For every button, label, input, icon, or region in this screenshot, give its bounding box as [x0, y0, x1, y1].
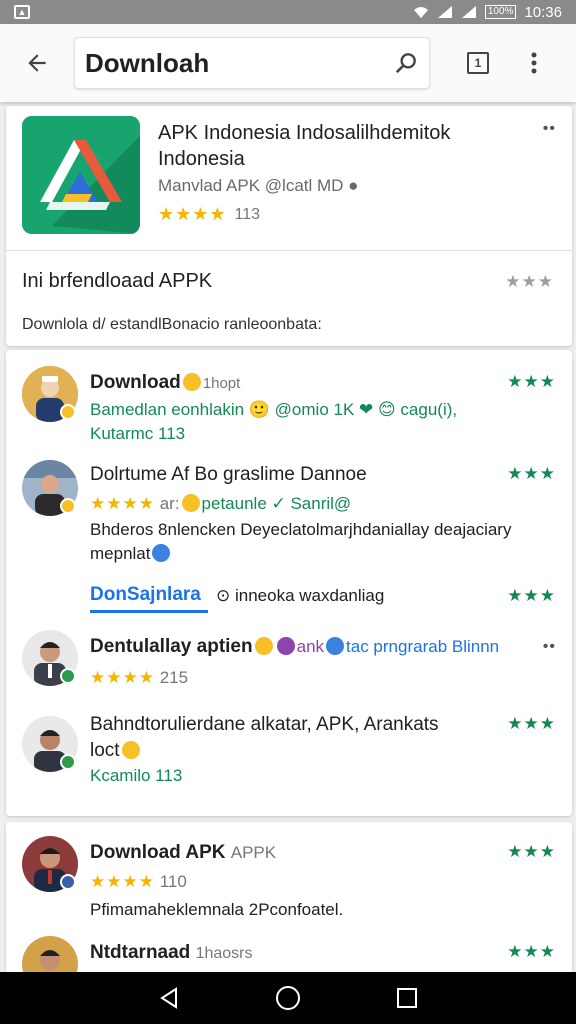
- review-stars-icon: ★★★: [507, 714, 556, 733]
- download-label[interactable]: Ini brfendloaad APPK: [22, 270, 212, 293]
- arrow-back-icon: [28, 54, 46, 72]
- share-icon: ⊙: [216, 586, 235, 605]
- notification-icon: ▲: [14, 5, 30, 19]
- review-item[interactable]: Dolrtume Af Bo graslime Dannoe ★★★ ★★★★ …: [6, 456, 572, 566]
- overflow-menu-button[interactable]: [506, 24, 562, 102]
- review-author: Ntdtarnaad 1haosrs: [90, 942, 253, 963]
- review-text: loct: [90, 740, 142, 762]
- tab-underline: [90, 610, 208, 613]
- review-text: Bamedlan eonhlakin 🙂 @omio 1K ❤ 😊 cagu(i…: [90, 400, 458, 419]
- back-button[interactable]: [0, 24, 74, 102]
- review-item[interactable]: Ntdtarnaad 1haosrs ★★★: [6, 936, 572, 992]
- star-rating-icon: ★★★★: [90, 668, 155, 687]
- review-item[interactable]: Download APK APPK ★★★ ★★★★ 110 Pfimamahe…: [6, 836, 572, 926]
- review-author: Download 1hopt: [90, 372, 241, 393]
- tab-secondary[interactable]: ⊙ inneoka waxdanliag: [216, 586, 384, 606]
- review-author: Dentulallay aptien ank tac prngrarab Blinn…: [90, 636, 500, 657]
- verified-emoji-icon: [152, 544, 171, 562]
- review-author: Dolrtume Af Bo graslime Dannoe: [90, 464, 367, 485]
- search-box[interactable]: [74, 37, 430, 89]
- nav-home-button[interactable]: [268, 978, 308, 1018]
- verified-badge-icon: [60, 874, 76, 890]
- review-rating-line: ★★★★ 215: [90, 668, 189, 687]
- review-meta: Kutarmc 113: [90, 424, 186, 443]
- star-rating-icon: ★★★★: [90, 872, 155, 891]
- review-stars-icon: ★★★: [507, 464, 556, 483]
- smile-emoji-icon: [181, 494, 200, 512]
- more-horiz-icon[interactable]: ••: [543, 638, 556, 656]
- review-text: Bhderos 8nlencken Deyeclatolmarjhdaniall…: [90, 520, 512, 539]
- rating-count: 113: [234, 205, 261, 223]
- smile-emoji-icon: [121, 741, 140, 759]
- system-nav-bar: [0, 972, 576, 1024]
- review-author: Bahndtorulierdane alkatar, APK, Arankats: [90, 714, 439, 735]
- app-logo-icon: [22, 116, 140, 234]
- review-stars-icon: ★★★: [507, 372, 556, 391]
- verified-badge-icon: [60, 754, 76, 770]
- review-stars-icon: ★★★: [507, 586, 556, 605]
- at-emoji-icon: [276, 637, 295, 655]
- review-meta: Kcamilo 113: [90, 766, 183, 785]
- review-item[interactable]: Download 1hopt ★★★ Bamedlan eonhlakin 🙂 @…: [6, 364, 572, 444]
- app-rating: ★★★★ 113: [158, 204, 260, 225]
- review-item[interactable]: Dentulallay aptien ank tac prngrarab Blinn…: [6, 628, 572, 708]
- clock: 10:36: [524, 3, 562, 21]
- review-rating-line: ★★★★ 110: [90, 872, 187, 891]
- review-stars-icon: ★★★: [507, 842, 556, 861]
- review-text: Pfimamaheklemnala 2Pconfoatel.: [90, 900, 344, 919]
- download-description: Downlola d/ estandlBonacio ranleoonbata:: [22, 316, 322, 333]
- app-subtitle: Manvlad APK @lcatl MD ●: [158, 176, 359, 195]
- app-card[interactable]: APK Indonesia Indosalilhdemitok Indonesi…: [6, 106, 572, 346]
- verified-badge-icon: [60, 404, 76, 420]
- review-text-cont: mepnlat: [90, 544, 172, 564]
- triangle-back-icon: [160, 987, 178, 1009]
- search-icon[interactable]: [393, 50, 419, 76]
- signal-icon-2: [461, 6, 476, 18]
- tab-link[interactable]: DonSajnlara: [90, 584, 201, 606]
- more-vert-icon: [531, 52, 537, 74]
- star-rating-icon: ★★★★: [90, 494, 155, 513]
- app-title: APK Indonesia Indosalilhdemitok Indonesi…: [158, 122, 451, 170]
- review-item[interactable]: Bahndtorulierdane alkatar, APK, Arankats…: [6, 710, 572, 810]
- tab-count-icon: 1: [467, 52, 489, 74]
- smile-emoji-icon: [182, 373, 201, 391]
- grey-stars-icon: ★★★: [505, 272, 554, 291]
- status-bar: ▲ 100% 10:36: [0, 0, 576, 24]
- wifi-icon: [413, 7, 428, 18]
- check-emoji-icon: [326, 637, 345, 655]
- divider: [6, 250, 572, 251]
- nav-back-button[interactable]: [149, 978, 189, 1018]
- more-horiz-icon[interactable]: ••: [543, 120, 556, 138]
- app-toolbar: 1: [0, 24, 576, 102]
- review-author: Download APK APPK: [90, 842, 277, 863]
- signal-icon: [437, 6, 452, 18]
- smile-emoji-icon: [254, 637, 273, 655]
- reviews-card: Download 1hopt ★★★ Bamedlan eonhlakin 🙂 @…: [6, 350, 572, 816]
- review-rating-line: ★★★★ ar: petaunle ✓ Sanril@: [90, 494, 352, 513]
- verified-badge-icon: [60, 668, 76, 684]
- reviews-card-2: Download APK APPK ★★★ ★★★★ 110 Pfimamahe…: [6, 822, 572, 992]
- square-recents-icon: [396, 988, 417, 1008]
- search-input[interactable]: [85, 47, 385, 79]
- review-stars-icon: ★★★: [507, 942, 556, 961]
- tabs-button[interactable]: 1: [450, 24, 506, 102]
- verified-badge-icon: [60, 498, 76, 514]
- nav-recents-button[interactable]: [387, 978, 427, 1018]
- battery-indicator: 100%: [484, 5, 517, 19]
- star-rating-icon: ★★★★: [158, 204, 227, 224]
- circle-home-icon: [275, 986, 300, 1010]
